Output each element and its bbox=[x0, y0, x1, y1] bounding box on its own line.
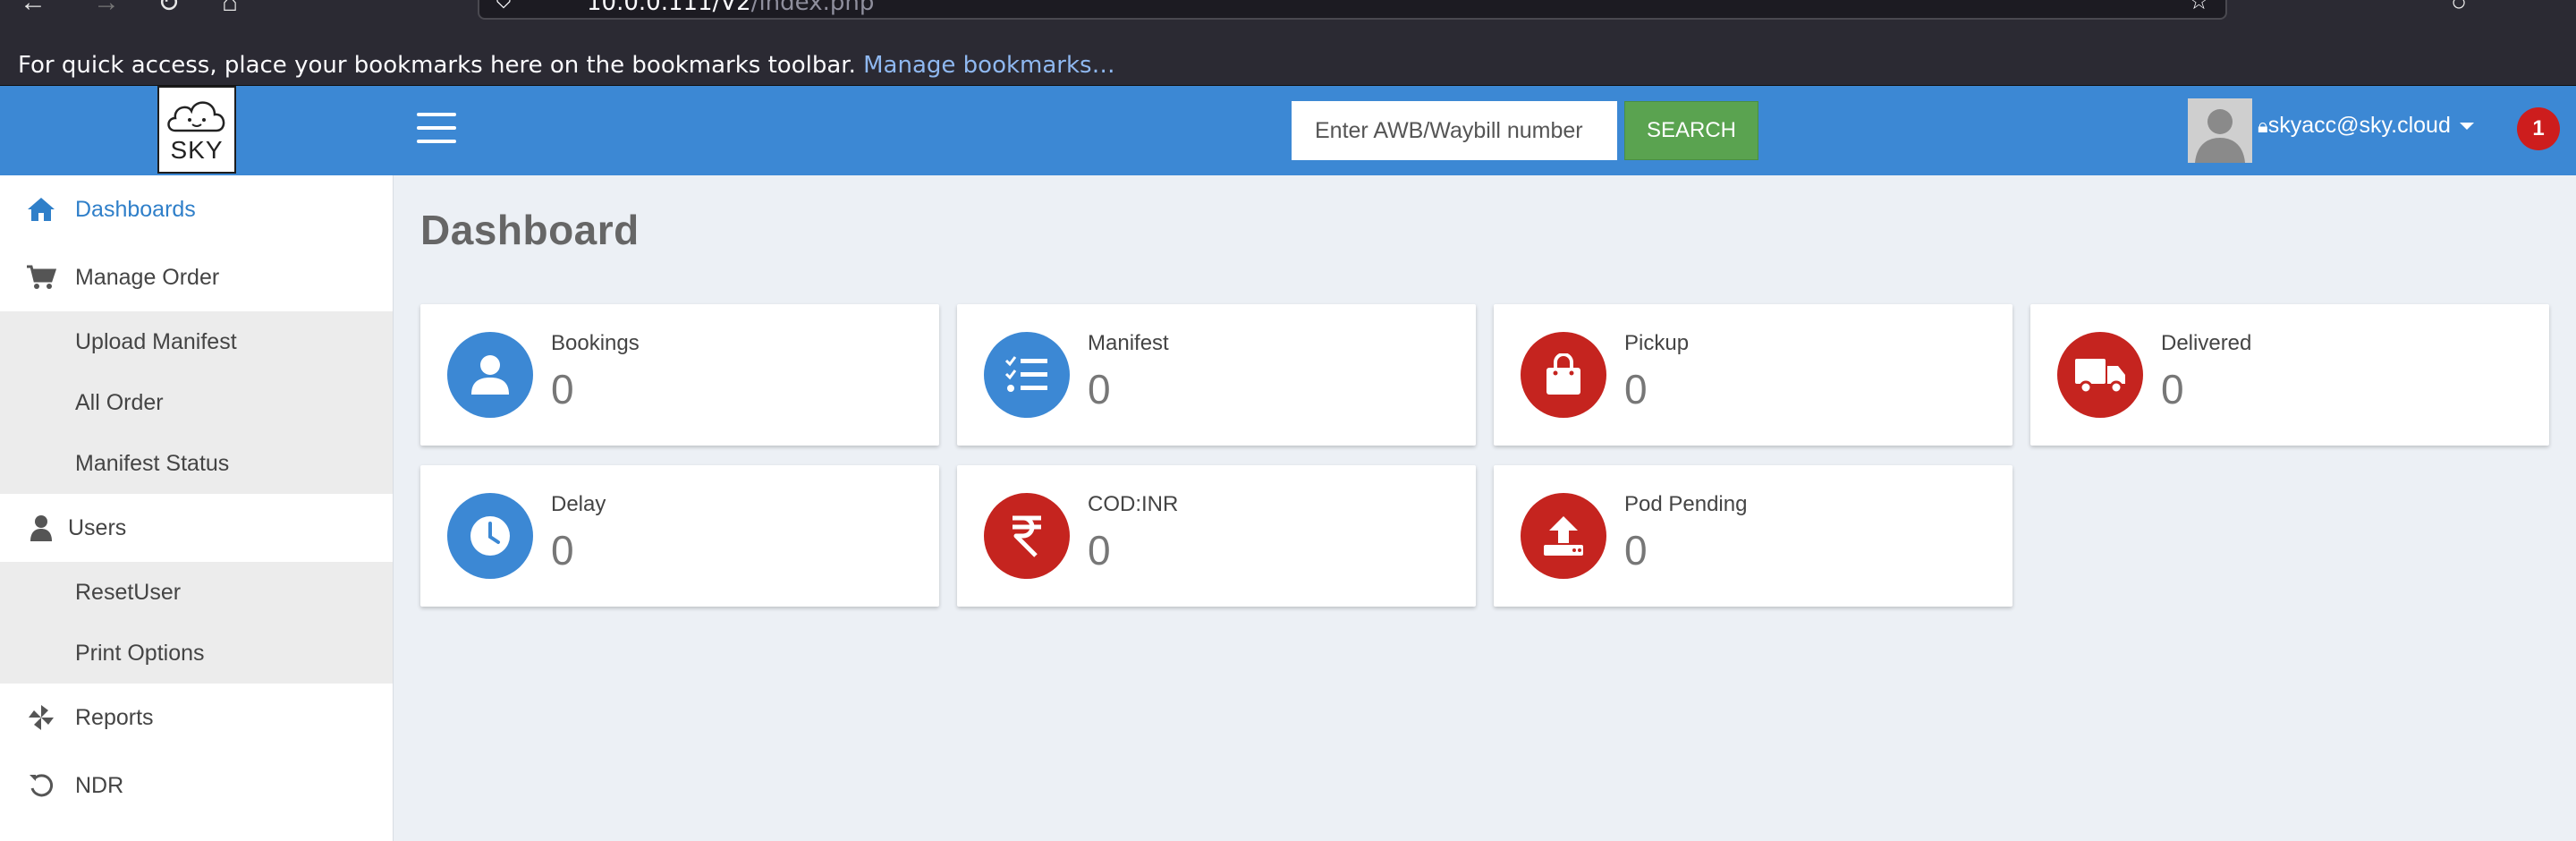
users-submenu: ResetUser Print Options bbox=[0, 562, 393, 684]
bookmark-star-icon[interactable]: ☆ bbox=[2189, 0, 2209, 15]
card-label: Delivered bbox=[2161, 331, 2252, 355]
sidebar-item-ndr[interactable]: NDR bbox=[0, 752, 393, 820]
sidebar-item-label: Users bbox=[68, 514, 127, 540]
card-value: 0 bbox=[1088, 527, 1111, 573]
card-label: Manifest bbox=[1088, 331, 1169, 355]
pinwheel-icon bbox=[25, 701, 57, 734]
sidebar: Dashboards Manage Order Upload Manifest … bbox=[0, 175, 394, 841]
sidebar-item-reports[interactable]: Reports bbox=[0, 684, 393, 752]
sidebar-item-label: Reports bbox=[75, 704, 154, 730]
sidebar-item-print-options[interactable]: Print Options bbox=[0, 623, 393, 684]
stat-card-manifest[interactable]: Manifest 0 bbox=[957, 304, 1476, 446]
stat-card-delay[interactable]: Delay 0 bbox=[420, 465, 939, 607]
hamburger-icon bbox=[417, 113, 456, 116]
manage-order-submenu: Upload Manifest All Order Manifest Statu… bbox=[0, 311, 393, 494]
shield-icon: ⛉ bbox=[496, 0, 512, 13]
sidebar-item-dashboards[interactable]: Dashboards bbox=[0, 175, 393, 243]
sidebar-item-all-order[interactable]: All Order bbox=[0, 372, 393, 433]
stat-card-bookings[interactable]: Bookings 0 bbox=[420, 304, 939, 446]
truck-icon bbox=[2057, 332, 2143, 418]
stat-card-delivered[interactable]: Delivered 0 bbox=[2030, 304, 2549, 446]
sidebar-item-manifest-status[interactable]: Manifest Status bbox=[0, 433, 393, 494]
reload-icon[interactable]: ↻ bbox=[157, 0, 180, 19]
app-header: SKY SEARCH 🔒︎skyacc@sky.cloud 1 bbox=[0, 86, 2576, 175]
url-bar[interactable]: ⛉ 10.0.0.111/V2/index.php ☆ bbox=[478, 0, 2227, 20]
notification-badge[interactable]: 1 bbox=[2517, 107, 2560, 150]
search-button[interactable]: SEARCH bbox=[1624, 101, 1758, 160]
forward-icon[interactable]: → bbox=[93, 0, 120, 18]
rupee-icon bbox=[984, 493, 1070, 579]
cart-icon bbox=[25, 261, 57, 293]
shopping-bag-icon bbox=[1521, 332, 1606, 418]
caret-down-icon bbox=[2459, 123, 2474, 131]
browser-toolbar: ← → ↻ ⌂ ⛉ 10.0.0.111/V2/index.php ☆ ○ bbox=[0, 0, 2576, 43]
back-icon[interactable]: ← bbox=[20, 0, 47, 18]
account-icon[interactable]: ○ bbox=[2451, 0, 2467, 18]
user-menu-dropdown[interactable]: 🔒︎skyacc@sky.cloud bbox=[2258, 113, 2474, 139]
card-value: 0 bbox=[1624, 527, 1648, 573]
card-value: 0 bbox=[551, 366, 574, 412]
clock-icon bbox=[447, 493, 533, 579]
awb-search-input[interactable] bbox=[1292, 101, 1617, 160]
manage-bookmarks-link[interactable]: Manage bookmarks… bbox=[863, 52, 1114, 79]
menu-toggle-button[interactable] bbox=[417, 113, 458, 147]
avatar[interactable] bbox=[2188, 98, 2252, 163]
checklist-icon bbox=[984, 332, 1070, 418]
card-value: 0 bbox=[1624, 366, 1648, 412]
home-browser-icon[interactable]: ⌂ bbox=[222, 0, 238, 18]
user-email: skyacc@sky.cloud bbox=[2267, 113, 2451, 138]
user-lock-icon: 🔒︎ bbox=[2258, 115, 2268, 137]
logo[interactable]: SKY bbox=[157, 86, 236, 174]
card-value: 0 bbox=[551, 527, 574, 573]
card-label: Pickup bbox=[1624, 331, 1690, 355]
sidebar-item-label: NDR bbox=[75, 772, 124, 798]
card-label: COD:INR bbox=[1088, 492, 1179, 516]
upload-icon bbox=[1521, 493, 1606, 579]
sidebar-item-upload-manifest[interactable]: Upload Manifest bbox=[0, 311, 393, 372]
sidebar-item-users[interactable]: Users bbox=[0, 494, 393, 562]
card-label: Pod Pending bbox=[1624, 492, 1748, 516]
sidebar-item-reset-user[interactable]: ResetUser bbox=[0, 562, 393, 623]
card-value: 0 bbox=[2161, 366, 2184, 412]
home-icon bbox=[25, 193, 57, 225]
default-avatar-icon bbox=[2188, 98, 2252, 163]
card-label: Bookings bbox=[551, 331, 640, 355]
sidebar-item-label: Manage Order bbox=[75, 264, 220, 290]
user-icon bbox=[447, 332, 533, 418]
card-value: 0 bbox=[1088, 366, 1111, 412]
user-icon bbox=[25, 512, 57, 544]
url-text: 10.0.0.111/V2/index.php bbox=[587, 0, 875, 16]
page-title: Dashboard bbox=[420, 207, 640, 253]
sidebar-item-label: Dashboards bbox=[75, 196, 196, 222]
bookmarks-message: For quick access, place your bookmarks h… bbox=[18, 52, 1115, 79]
stat-card-pickup[interactable]: Pickup 0 bbox=[1494, 304, 2012, 446]
cloud-logo-icon bbox=[167, 101, 225, 132]
bookmarks-toolbar: For quick access, place your bookmarks h… bbox=[0, 43, 2576, 86]
stat-card-pod-pending[interactable]: Pod Pending 0 bbox=[1494, 465, 2012, 607]
card-label: Delay bbox=[551, 492, 606, 516]
stat-card-cod-inr[interactable]: COD:INR 0 bbox=[957, 465, 1476, 607]
sidebar-item-manage-order[interactable]: Manage Order bbox=[0, 243, 393, 311]
logo-text: SKY bbox=[170, 136, 224, 164]
undo-icon bbox=[25, 769, 57, 802]
